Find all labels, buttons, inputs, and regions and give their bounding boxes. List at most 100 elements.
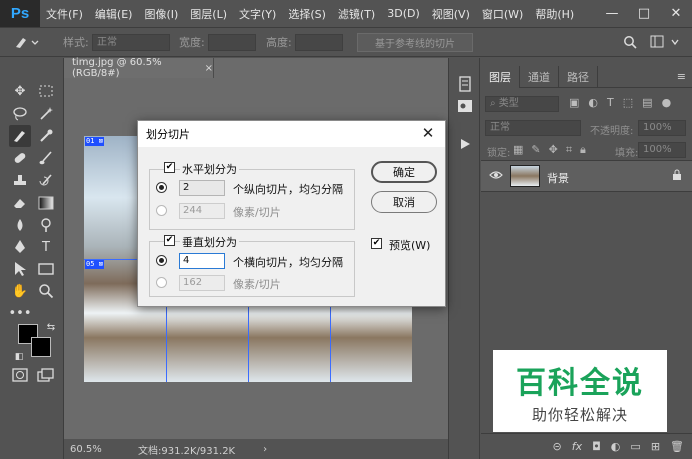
menu-layer[interactable]: 图层(L): [184, 6, 233, 22]
new-group-icon[interactable]: ▭: [630, 440, 640, 453]
menu-file[interactable]: 文件(F): [40, 6, 89, 22]
layer-name[interactable]: 背景: [547, 170, 569, 186]
lock-transparency-icon[interactable]: ▦: [513, 143, 523, 157]
eyedropper-tool-icon[interactable]: [35, 125, 57, 147]
new-layer-icon[interactable]: ⊞: [651, 440, 660, 453]
layer-filter-kind-select[interactable]: ⌕ 类型: [485, 96, 559, 112]
lock-all-icon[interactable]: 🔒︎: [580, 143, 586, 157]
tab-channels[interactable]: 通道: [520, 66, 559, 88]
menu-3d[interactable]: 3D(D): [381, 7, 426, 20]
filter-type-icon[interactable]: T: [607, 96, 614, 109]
fill-field[interactable]: 100%: [638, 142, 686, 158]
toolbox: ✥ T ✋ ••• ⇆ ◧: [0, 58, 64, 459]
filter-shape-icon[interactable]: ⬚: [623, 96, 633, 109]
link-layers-icon[interactable]: ⊝: [552, 440, 561, 453]
close-tab-icon[interactable]: ×: [205, 63, 213, 74]
tab-paths[interactable]: 路径: [559, 66, 598, 88]
dodge-tool-icon[interactable]: [35, 214, 57, 236]
dialog-close-icon[interactable]: ✕: [419, 124, 437, 142]
rectangle-tool-icon[interactable]: [35, 258, 57, 280]
vertical-divide-checkbox[interactable]: ✔: [164, 235, 175, 246]
add-mask-icon[interactable]: ◘: [592, 440, 601, 453]
brush-tool-icon[interactable]: [35, 147, 57, 169]
eraser-tool-icon[interactable]: [9, 192, 31, 214]
vertical-pixels-field[interactable]: 162: [179, 275, 225, 291]
menu-type[interactable]: 文字(Y): [233, 6, 282, 22]
properties-panel-icon[interactable]: [455, 96, 475, 116]
layer-style-fx-icon[interactable]: fx: [572, 440, 582, 453]
move-tool-icon[interactable]: ✥: [9, 80, 31, 102]
zoom-tool-icon[interactable]: [35, 280, 57, 302]
menu-window[interactable]: 窗口(W): [476, 6, 529, 22]
search-icon[interactable]: [623, 28, 637, 56]
gradient-tool-icon[interactable]: [35, 192, 57, 214]
marquee-tool-icon[interactable]: [35, 80, 57, 102]
screen-mode-icon[interactable]: [35, 364, 57, 386]
blend-mode-select[interactable]: 正常: [485, 120, 581, 136]
horizontal-count-radio[interactable]: [156, 182, 167, 193]
panel-menu-icon[interactable]: ≡: [677, 66, 686, 87]
workspace-dropdown-icon[interactable]: [670, 28, 680, 56]
menu-image[interactable]: 图像(I): [138, 6, 184, 22]
magic-wand-tool-icon[interactable]: [35, 103, 57, 125]
ok-button[interactable]: 确定: [371, 161, 437, 183]
lock-pixels-icon[interactable]: ✎: [531, 143, 540, 157]
delete-layer-icon[interactable]: 🗑︎: [670, 440, 684, 453]
more-tools-icon[interactable]: •••: [9, 302, 32, 324]
menu-filter[interactable]: 滤镜(T): [332, 6, 381, 22]
slice-tool-preset-icon[interactable]: [14, 28, 40, 56]
slice-tool-icon[interactable]: [9, 125, 31, 147]
menu-edit[interactable]: 编辑(E): [89, 6, 139, 22]
layer-row-background[interactable]: 背景: [481, 160, 692, 192]
height-field[interactable]: [295, 34, 343, 51]
slice-from-guides-button[interactable]: 基于参考线的切片: [357, 33, 473, 52]
vertical-count-field[interactable]: 4: [179, 253, 225, 269]
window-controls: — □ ✕: [596, 0, 692, 27]
filter-adjustment-icon[interactable]: ◐: [588, 96, 598, 109]
lasso-tool-icon[interactable]: [9, 103, 31, 125]
actions-play-icon[interactable]: [455, 134, 475, 154]
vertical-pixels-radio[interactable]: [156, 277, 167, 288]
style-select[interactable]: 正常: [92, 34, 170, 51]
close-window-button[interactable]: ✕: [660, 0, 692, 27]
cancel-button[interactable]: 取消: [371, 191, 437, 213]
swap-colors-icon[interactable]: ⇆: [40, 316, 62, 338]
filter-pixel-icon[interactable]: ▣: [569, 96, 579, 109]
status-menu-icon[interactable]: ›: [263, 444, 267, 455]
restore-button[interactable]: □: [628, 0, 660, 27]
tab-layers[interactable]: 图层: [481, 66, 520, 88]
vertical-count-radio[interactable]: [156, 255, 167, 266]
menu-view[interactable]: 视图(V): [426, 6, 476, 22]
filter-smart-object-icon[interactable]: ▤: [642, 96, 652, 109]
workspace-icon[interactable]: [650, 28, 668, 56]
quick-mask-icon[interactable]: [9, 364, 31, 386]
type-tool-icon[interactable]: T: [35, 236, 57, 258]
lock-position-icon[interactable]: ✥: [549, 143, 558, 157]
background-color-swatch[interactable]: [31, 337, 51, 357]
clone-stamp-tool-icon[interactable]: [9, 170, 31, 192]
adjustment-layer-icon[interactable]: ◐: [611, 440, 621, 453]
horizontal-pixels-radio[interactable]: [156, 205, 167, 216]
blur-tool-icon[interactable]: [9, 214, 31, 236]
menu-select[interactable]: 选择(S): [282, 6, 332, 22]
healing-brush-tool-icon[interactable]: [9, 147, 31, 169]
filter-toggle-icon[interactable]: ●: [662, 96, 672, 109]
history-panel-icon[interactable]: [455, 74, 475, 94]
minimize-button[interactable]: —: [596, 0, 628, 27]
zoom-level[interactable]: 60.5%: [70, 444, 126, 455]
horizontal-count-field[interactable]: 2: [179, 180, 225, 196]
lock-artboard-icon[interactable]: ⌗: [566, 143, 572, 157]
document-tab[interactable]: timg.jpg @ 60.5%(RGB/8#) ×: [64, 57, 214, 79]
pen-tool-icon[interactable]: [9, 236, 31, 258]
visibility-eye-icon[interactable]: [489, 170, 503, 183]
horizontal-pixels-field[interactable]: 244: [179, 203, 225, 219]
horizontal-divide-group: [149, 169, 355, 230]
horizontal-divide-checkbox[interactable]: ✔: [164, 162, 175, 173]
preview-checkbox[interactable]: ✔: [371, 238, 382, 249]
hand-tool-icon[interactable]: ✋: [9, 280, 31, 302]
opacity-field[interactable]: 100%: [638, 120, 686, 136]
path-selection-tool-icon[interactable]: [9, 258, 31, 280]
menu-help[interactable]: 帮助(H): [529, 6, 580, 22]
history-brush-tool-icon[interactable]: [35, 170, 57, 192]
width-field[interactable]: [208, 34, 256, 51]
